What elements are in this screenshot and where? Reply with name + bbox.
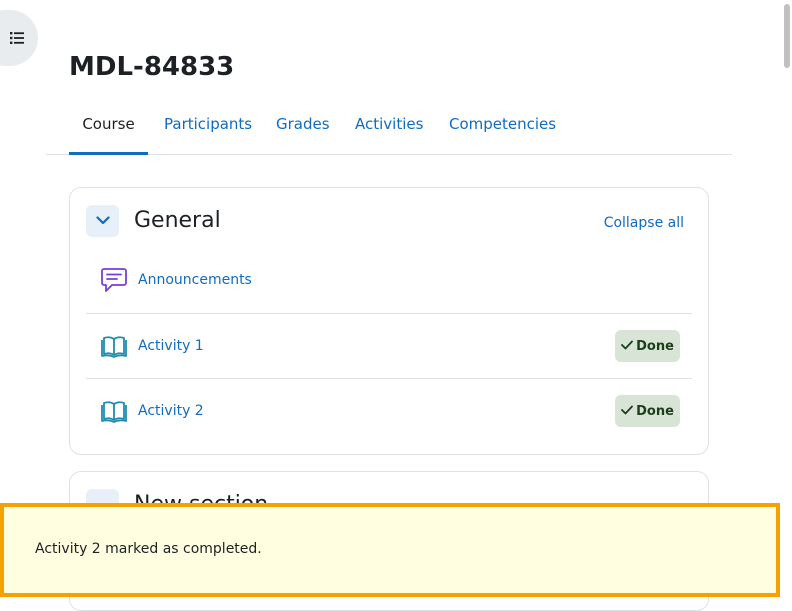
page-scrollbar[interactable] xyxy=(780,0,792,599)
section-title: General xyxy=(134,208,221,233)
tab-competencies[interactable]: Competencies xyxy=(449,104,556,155)
tab-participants[interactable]: Participants xyxy=(164,104,252,155)
activity-link[interactable]: Activity 2 xyxy=(138,403,204,419)
activity-item: Activity 2 Done xyxy=(86,378,692,443)
completion-label: Done xyxy=(636,403,674,419)
activity-item: Announcements xyxy=(86,248,692,313)
list-icon xyxy=(10,32,24,44)
section-collapse-button[interactable] xyxy=(86,205,119,237)
tab-grades[interactable]: Grades xyxy=(276,104,330,155)
scrollbar-thumb[interactable] xyxy=(784,4,790,68)
book-icon xyxy=(100,332,128,360)
chevron-down-icon xyxy=(95,212,110,230)
notification-toast: Activity 2 marked as completed. xyxy=(0,503,780,597)
toast-message: Activity 2 marked as completed. xyxy=(35,541,262,557)
check-icon xyxy=(621,339,633,354)
activity-item: Activity 1 Done xyxy=(86,313,692,378)
tab-activities[interactable]: Activities xyxy=(355,104,423,155)
collapse-all-link[interactable]: Collapse all xyxy=(604,215,684,231)
section-general: General Collapse all Announcements Activ… xyxy=(69,187,709,455)
book-icon xyxy=(100,397,128,425)
check-icon xyxy=(621,404,633,419)
activity-link[interactable]: Activity 1 xyxy=(138,338,204,354)
forum-icon xyxy=(100,266,128,294)
tab-course[interactable]: Course xyxy=(69,104,148,155)
course-tabs: Course Participants Grades Activities Co… xyxy=(46,104,732,155)
activity-link[interactable]: Announcements xyxy=(138,272,252,288)
course-index-toggle[interactable] xyxy=(0,10,38,66)
completion-label: Done xyxy=(636,338,674,354)
completion-done-button[interactable]: Done xyxy=(615,330,680,362)
page-title: MDL-84833 xyxy=(69,52,235,82)
completion-done-button[interactable]: Done xyxy=(615,395,680,427)
